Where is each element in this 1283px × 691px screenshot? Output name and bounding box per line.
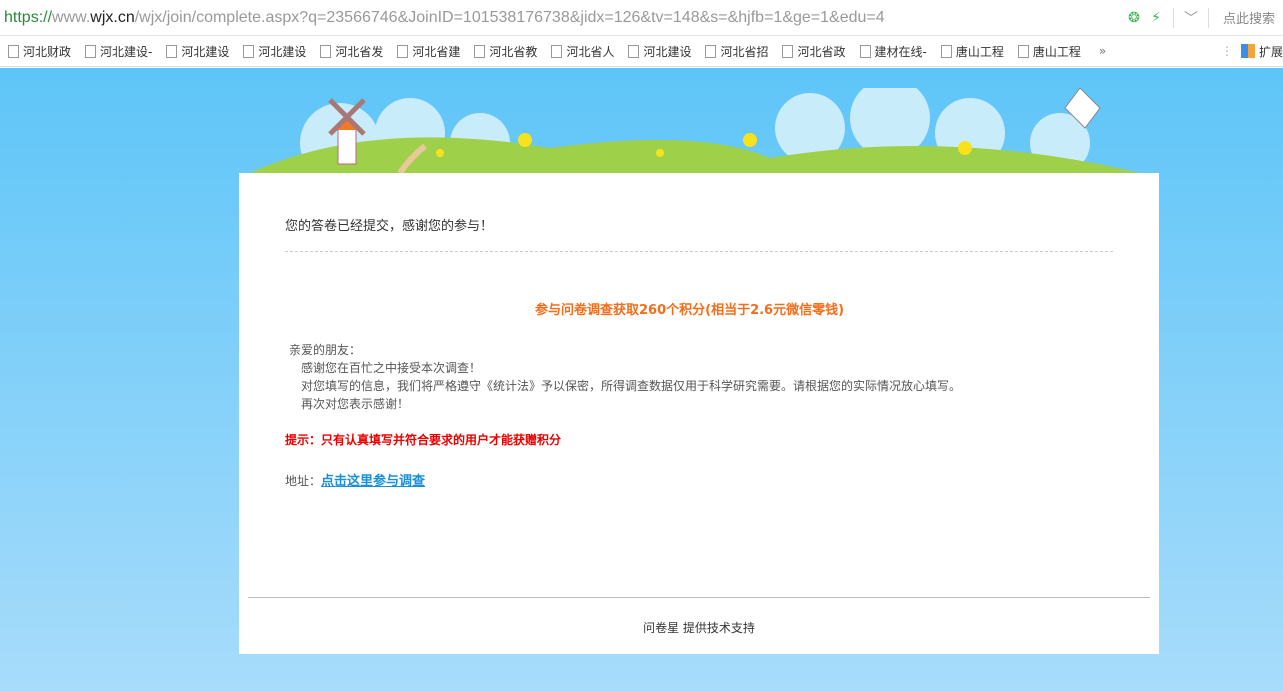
page-icon: [782, 44, 794, 58]
page-icon: [243, 44, 255, 58]
bookmark-item[interactable]: 唐山工程: [1017, 43, 1081, 60]
extensions-button[interactable]: ⋮ 扩展: [1221, 43, 1283, 60]
bookmark-item[interactable]: 唐山工程: [940, 43, 1004, 60]
page-background: 您的答卷已经提交，感谢您的参与！ 参与问卷调查获取260个积分(相当于2.6元微…: [0, 68, 1283, 691]
page-icon: [474, 44, 486, 58]
bookmark-item[interactable]: 河北建设-: [85, 43, 152, 60]
completion-card: 您的答卷已经提交，感谢您的参与！ 参与问卷调查获取260个积分(相当于2.6元微…: [239, 173, 1159, 654]
extensions-icon: [1240, 44, 1255, 58]
dots-icon: ⋮: [1220, 44, 1233, 58]
address-bar[interactable]: https://www.wjx.cn/wjx/join/complete.asp…: [0, 0, 1283, 36]
divider: [1207, 7, 1209, 28]
chevron-down-icon[interactable]: ﹀: [1182, 8, 1200, 28]
banner-illustration: [250, 88, 1140, 173]
page-icon: [1017, 44, 1029, 58]
page-icon: [859, 44, 871, 58]
greeting: 亲爱的朋友：: [289, 343, 362, 357]
page-icon: [628, 44, 640, 58]
submitted-message: 您的答卷已经提交，感谢您的参与！: [285, 219, 494, 234]
bookmark-item[interactable]: 河北省政: [782, 43, 846, 60]
bookmark-item[interactable]: 建材在线-: [859, 43, 927, 60]
divider: [248, 597, 1150, 598]
page-icon: [166, 44, 178, 58]
lightning-icon[interactable]: ⚡: [1147, 10, 1165, 26]
page-icon: [705, 44, 717, 58]
address-row: 地址：点击这里参与调查: [285, 474, 426, 489]
page-icon: [320, 44, 332, 58]
page-icon: [551, 44, 563, 58]
letter-line: 感谢您在百忙之中接受本次调查！: [301, 361, 482, 375]
bookmark-item[interactable]: 河北省建: [397, 43, 460, 60]
footer-text: 问卷星 提供技术支持: [643, 621, 755, 635]
refresh-icon[interactable]: ❂: [1125, 10, 1143, 26]
letter-line: 再次对您表示感谢！: [301, 397, 410, 411]
more-bookmarks-button[interactable]: »: [1099, 44, 1106, 58]
letter-line: 对您填写的信息，我们将严格遵守《统计法》予以保密，所得调查数据仅用于科学研究需要…: [301, 379, 962, 393]
divider: [285, 251, 1113, 252]
bookmark-item[interactable]: 河北财政: [8, 43, 71, 60]
tip-text: 提示：只有认真填写并符合要求的用户才能获赠积分: [285, 433, 562, 447]
page-icon: [85, 44, 97, 58]
bookmark-item[interactable]: 河北省人: [551, 43, 614, 60]
bookmark-item[interactable]: 河北建设: [628, 43, 691, 60]
page-icon: [940, 44, 952, 58]
bookmark-item[interactable]: 河北省发: [320, 43, 383, 60]
divider: [1172, 7, 1174, 28]
bookmark-item[interactable]: 河北省招: [705, 43, 768, 60]
bookmarks-bar: 河北财政 河北建设- 河北建设 河北建设 河北省发 河北省建 河北省教 河北省人 河北建设 河北省…: [0, 36, 1283, 67]
bookmark-item[interactable]: 河北省教: [474, 43, 537, 60]
search-button[interactable]: 点此搜索: [1215, 8, 1283, 27]
page-icon: [397, 44, 409, 58]
points-reward-text: 参与问卷调查获取260个积分(相当于2.6元微信零钱): [535, 303, 845, 318]
url-input[interactable]: https://www.wjx.cn/wjx/join/complete.asp…: [4, 9, 1123, 27]
page-icon: [8, 44, 19, 58]
join-survey-link[interactable]: 点击这里参与调查: [321, 474, 425, 489]
bookmark-item[interactable]: 河北建设: [166, 43, 229, 60]
letter-text: 亲爱的朋友： 感谢您在百忙之中接受本次调查！ 对您填写的信息，我们将严格遵守《统…: [289, 341, 961, 413]
bookmark-item[interactable]: 河北建设: [243, 43, 306, 60]
